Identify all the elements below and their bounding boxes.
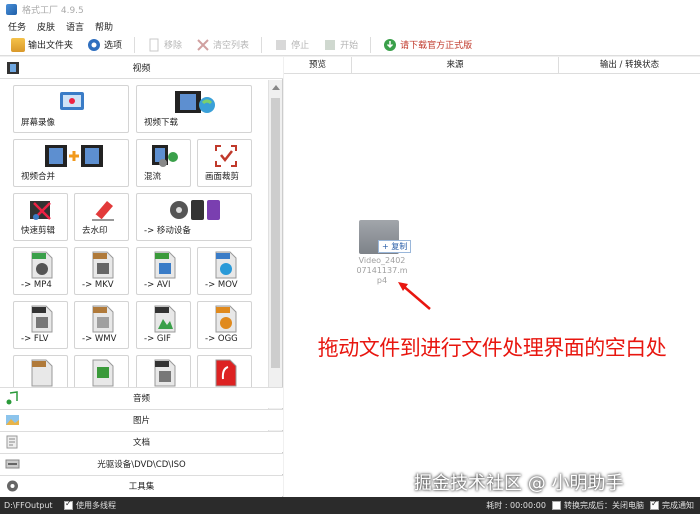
app-logo-icon [6,3,17,15]
toolbar-divider [134,36,136,53]
toolbar-divider [261,36,263,53]
tile-quick-clip[interactable]: 快速剪辑 [13,193,68,241]
scroll-thumb[interactable] [271,98,280,368]
document-icon [6,435,18,449]
eraser-icon [92,201,114,221]
after-convert-checkbox[interactable]: 转换完成后：关闭电脑 [552,500,644,511]
download-official-link[interactable]: 请下载官方正式版 [378,35,477,55]
tile-to-flv[interactable]: -> FLV [13,301,68,349]
stop-icon [276,39,287,50]
toolbar: 输出文件夹 选项 移除 清空列表 停止 开始 请下载官方正式版 [0,34,700,56]
status-bar: D:\FFOutput 使用多线程 耗时 : 00:00:00 转换完成后：关闭… [0,497,700,514]
tile-video-download[interactable]: 视频下载 [136,85,252,133]
category-video-header[interactable]: 视频 [0,57,283,79]
options-gear-icon [88,38,101,51]
video-file-icon [92,359,114,387]
avi-file-icon [154,251,176,279]
clear-list-button[interactable]: 清空列表 [191,35,254,55]
notify-checkbox[interactable]: 完成通知 [650,499,694,511]
tile-video-merge[interactable]: 视频合并 [13,139,129,187]
checkbox-checked-icon[interactable] [64,499,73,510]
remove-button[interactable]: 移除 [142,35,187,55]
tools-gear-icon [7,480,18,492]
category-tools[interactable]: 工具集 [0,475,283,496]
function-panel: 视频 屏幕录像 视频下载 视频合并 混流 画面裁剪 快速剪辑 去水印 -> 移动… [0,57,283,497]
menu-help[interactable]: 帮助 [95,20,113,33]
menu-bar: 任务 皮肤 语言 帮助 [0,18,700,34]
flv-file-icon [31,305,53,333]
checkbox-checked-icon[interactable] [650,499,659,510]
music-note-icon [6,391,18,405]
crop-icon [215,145,237,167]
copy-badge: + 复制 [378,240,412,253]
video-file-icon [31,359,53,387]
menu-skin[interactable]: 皮肤 [37,20,55,33]
gif-file-icon [154,305,176,333]
tile-remove-watermark[interactable]: 去水印 [74,193,129,241]
screen-record-icon [60,92,84,110]
mkv-file-icon [92,251,114,279]
quick-clip-icon [30,201,51,220]
title-bar: 格式工厂 4.9.5 [0,0,700,18]
download-globe-icon [384,38,397,51]
ogg-file-icon [215,305,237,333]
arrow-annotation-icon [398,282,431,310]
mp4-file-icon [31,251,53,279]
tile-to-wmv[interactable]: -> WMV [74,301,129,349]
folder-icon [11,37,25,52]
mov-file-icon [215,251,237,279]
task-table-header: 预览 来源 输出 / 转换状态 [284,57,700,74]
category-disc[interactable]: 光驱设备\DVD\CD\ISO [0,453,283,474]
category-audio[interactable]: 音频 [0,387,283,408]
film-icon [7,62,19,74]
tile-to-ogg[interactable]: -> OGG [197,301,252,349]
mux-icon [152,145,178,167]
watermark-text: 掘金技术社区 @ 小明助手 [414,473,624,494]
options-button[interactable]: 选项 [82,35,127,55]
wmv-file-icon [92,305,114,333]
picture-icon [6,415,19,425]
menu-language[interactable]: 语言 [66,20,84,33]
tile-to-mp4[interactable]: -> MP4 [13,247,68,295]
scroll-up-arrow-icon[interactable] [272,85,280,90]
tile-to-mkv[interactable]: -> MKV [74,247,129,295]
output-folder-button[interactable]: 输出文件夹 [6,35,78,55]
toolbar-divider [370,36,372,53]
tile-to-gif[interactable]: -> GIF [136,301,191,349]
disc-drive-icon [5,459,20,469]
tile-to-avi[interactable]: -> AVI [136,247,191,295]
window-title: 格式工厂 4.9.5 [22,5,84,16]
tile-to-mov[interactable]: -> MOV [197,247,252,295]
mobile-device-icon [170,200,220,220]
tile-crop[interactable]: 画面裁剪 [197,139,252,187]
mpeg-file-icon [154,359,176,387]
tile-screen-record[interactable]: 屏幕录像 [13,85,129,133]
multithread-checkbox[interactable]: 使用多线程 [64,499,116,511]
column-source[interactable]: 来源 [352,57,559,74]
category-document[interactable]: 文档 [0,431,283,452]
clear-x-icon [197,38,209,51]
video-download-icon [175,91,215,113]
menu-task[interactable]: 任务 [8,20,26,33]
elapsed-time: 耗时 : 00:00:00 [486,501,546,510]
video-merge-icon [45,145,103,167]
output-path[interactable]: D:\FFOutput [0,501,64,510]
annotation-text: 拖动文件到进行文件处理界面的空白处 [317,336,667,360]
category-picture[interactable]: 图片 [0,409,283,430]
column-preview[interactable]: 预览 [284,57,352,74]
start-icon [325,39,336,50]
task-list-panel[interactable]: 预览 来源 输出 / 转换状态 + 复制 Video_2402 07141137… [284,57,700,497]
tile-mux[interactable]: 混流 [136,139,191,187]
start-button[interactable]: 开始 [318,35,363,55]
stop-button[interactable]: 停止 [269,35,314,55]
remove-file-icon [149,38,159,51]
column-output-status[interactable]: 输出 / 转换状态 [559,57,700,74]
flash-file-icon [215,359,237,387]
tile-mobile-device[interactable]: -> 移动设备 [136,193,252,241]
checkbox-icon[interactable] [552,501,561,510]
